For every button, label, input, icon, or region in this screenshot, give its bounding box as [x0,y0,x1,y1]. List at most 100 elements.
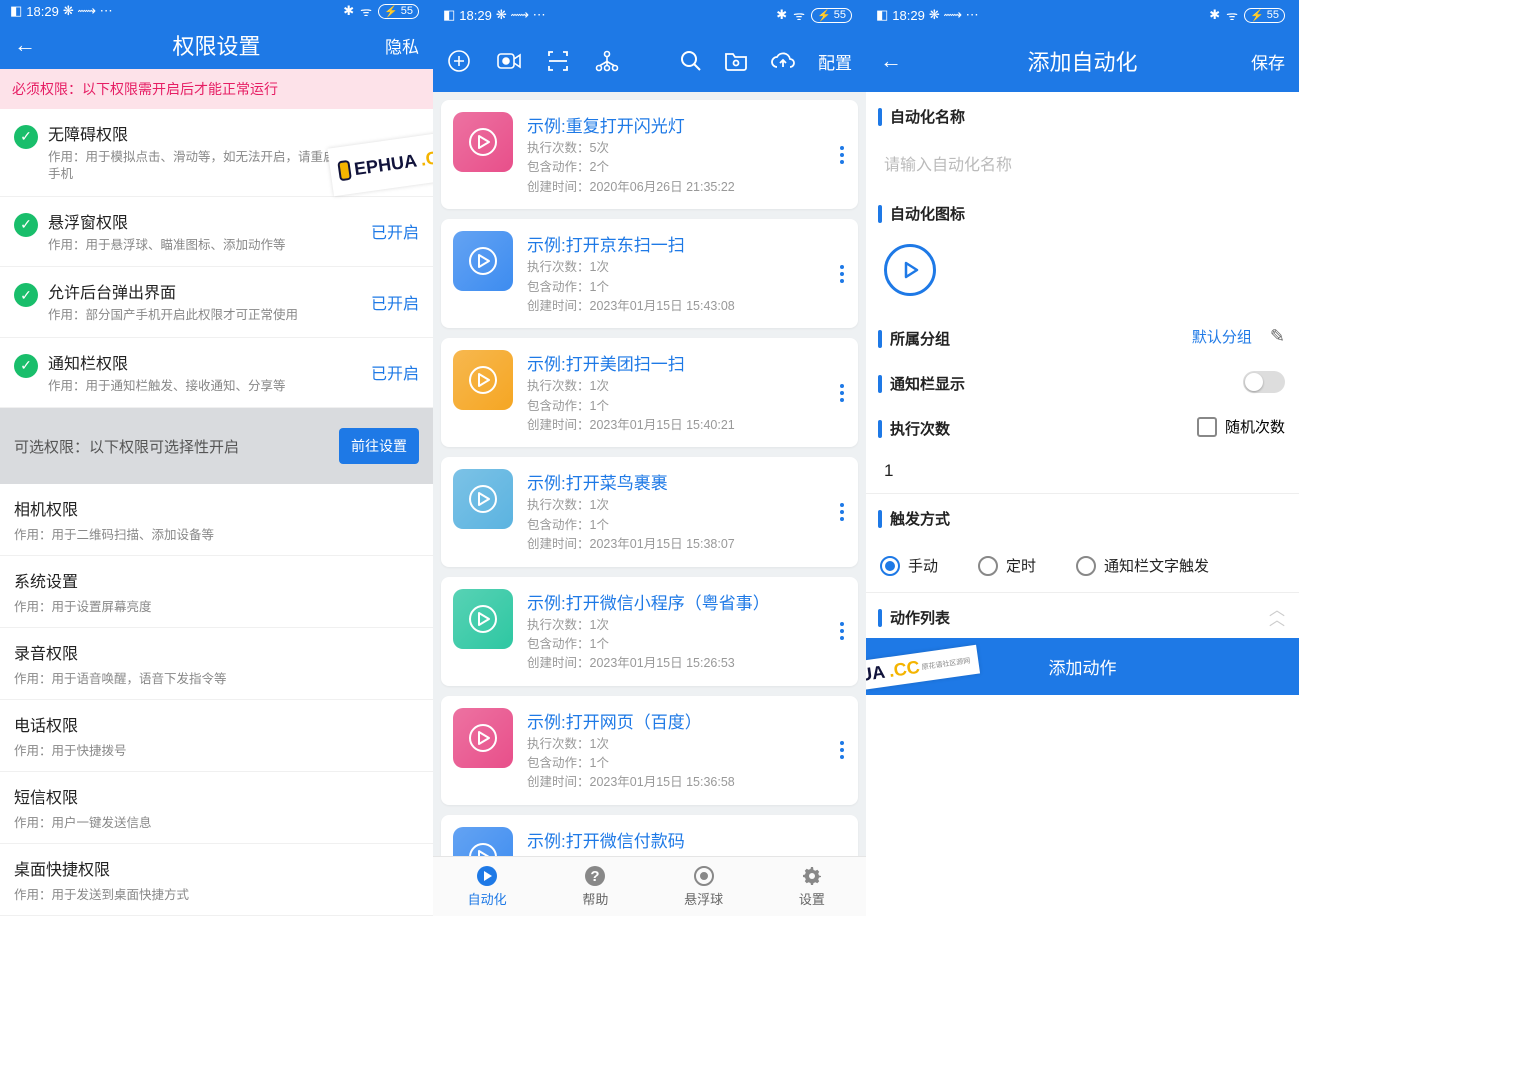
screen-automation-list: ◧18:29 ❋ ⟿ ⋯ ✱ᯤ⚡55 配置 示例:重复打开闪光灯 执行次数：5次… [433,0,866,916]
permission-title: 录音权限 [14,640,419,664]
automation-card[interactable]: 示例:打开微信小程序（粤省事） 执行次数：1次包含动作：1个创建时间：2023年… [441,577,858,686]
permission-item[interactable]: 桌面快捷权限 作用：用于发送到桌面快捷方式 [0,844,433,916]
tab-help[interactable]: ? 帮助 [541,857,649,916]
optional-header: 可选权限：以下权限可选择性开启 前往设置 [0,408,433,484]
screen-add-automation: ◧18:29 ❋ ⟿ ⋯ ✱ᯤ⚡55 ← 添加自动化 保存 自动化名称 请输入自… [866,0,1299,916]
automation-title: 示例:打开京东扫一扫 [527,231,838,256]
automation-meta: 执行次数：1次包含动作：1个创建时间：2023年01月15日 15:38:07 [527,496,838,554]
edit-icon[interactable]: ✎ [1270,326,1285,347]
permission-title: 允许后台弹出界面 [48,279,361,303]
permission-title: 短信权限 [14,784,419,808]
random-checkbox[interactable] [1197,417,1217,437]
screen-permissions: ◧18:29 ❋ ⟿ ⋯ ✱ᯤ⚡55 ← 权限设置 隐私 必须权限：以下权限需开… [0,0,433,916]
automation-meta: 执行次数：1次包含动作：1个创建时间：2023年01月15日 15:36:58 [527,735,838,793]
permission-desc: 作用：用于二维码扫描、添加设备等 [14,524,419,543]
tab-float[interactable]: 悬浮球 [650,857,758,916]
play-icon [453,231,513,291]
add-action-button[interactable]: 添加动作 [866,638,1299,695]
optional-list: 相机权限 作用：用于二维码扫描、添加设备等 系统设置 作用：用于设置屏幕亮度 录… [0,484,433,916]
radio-manual[interactable]: 手动 [880,555,938,576]
automation-title: 示例:打开微信付款码 [527,827,838,852]
automation-title: 示例:重复打开闪光灯 [527,112,838,137]
status-bar: ◧18:29 ❋ ⟿ ⋯ ✱ᯤ⚡55 [0,0,433,22]
permission-item[interactable]: ✓ 无障碍权限 作用：用于模拟点击、滑动等，如无法开启，请重启一次手机 已开启 [0,109,433,197]
save-button[interactable]: 保存 [1251,49,1285,74]
cloud-upload-icon[interactable] [770,51,796,71]
required-list: ✓ 无障碍权限 作用：用于模拟点击、滑动等，如无法开启，请重启一次手机 已开启 … [0,109,433,409]
automation-card[interactable]: 示例:打开菜鸟裹裹 执行次数：1次包含动作：1个创建时间：2023年01月15日… [441,457,858,566]
permission-item[interactable]: 系统设置 作用：用于设置屏幕亮度 [0,556,433,628]
goto-settings-button[interactable]: 前往设置 [339,428,419,464]
network-icon[interactable] [595,50,619,72]
automation-title: 示例:打开微信小程序（粤省事） [527,589,838,614]
permission-title: 通知栏权限 [48,350,361,374]
group-value[interactable]: 默认分组 [1192,326,1252,347]
privacy-button[interactable]: 隐私 [385,33,419,58]
label-exec: 执行次数 [866,404,962,449]
permission-desc: 作用：用于通知栏触发、接收通知、分享等 [48,378,361,396]
target-icon [693,865,715,887]
permission-item[interactable]: 录音权限 作用：用于语音唤醒，语音下发指令等 [0,628,433,700]
permission-desc: 作用：用于语音唤醒，语音下发指令等 [14,668,419,687]
label-name: 自动化名称 [866,92,1299,137]
back-icon[interactable]: ← [880,48,902,74]
more-icon[interactable] [838,146,846,164]
permission-status: 已开启 [371,219,419,243]
add-icon[interactable] [447,49,471,73]
help-icon: ? [584,865,606,887]
radio-timer[interactable]: 定时 [978,555,1036,576]
check-icon: ✓ [14,213,38,237]
random-label: 随机次数 [1225,416,1285,437]
icon-picker[interactable] [866,234,1299,314]
automation-title: 示例:打开美团扫一扫 [527,350,838,375]
status-bar: ◧18:29 ❋ ⟿ ⋯ ✱ᯤ⚡55 [866,0,1299,30]
automation-meta: 执行次数：5次包含动作：2个创建时间：2020年06月26日 21:35:22 [527,139,838,197]
automation-card[interactable]: 示例:打开美团扫一扫 执行次数：1次包含动作：1个创建时间：2023年01月15… [441,338,858,447]
tab-settings[interactable]: 设置 [758,857,866,916]
play-icon [453,827,513,856]
collapse-icon[interactable]: ︿︿ [1269,606,1285,625]
permission-status: 已开启 [371,360,419,384]
gear-icon [801,865,823,887]
automation-card[interactable]: 示例:打开微信付款码 执行次数：1次包含动作：1个创建时间：2023年01月15… [441,815,858,856]
play-icon [453,350,513,410]
automation-card[interactable]: 示例:重复打开闪光灯 执行次数：5次包含动作：2个创建时间：2020年06月26… [441,100,858,209]
name-input[interactable]: 请输入自动化名称 [866,137,1299,189]
more-icon[interactable] [838,622,846,640]
config-button[interactable]: 配置 [818,49,852,74]
permission-title: 电话权限 [14,712,419,736]
label-icon: 自动化图标 [866,189,1299,234]
permission-item[interactable]: 短信权限 作用：用户一键发送信息 [0,772,433,844]
check-icon: ✓ [14,125,38,149]
radio-notify-text[interactable]: 通知栏文字触发 [1076,555,1209,576]
record-icon[interactable] [497,50,521,72]
folder-icon[interactable] [724,51,748,71]
search-icon[interactable] [680,50,702,72]
permission-title: 系统设置 [14,568,419,592]
more-icon[interactable] [838,503,846,521]
play-icon [476,865,498,887]
exec-count-input[interactable]: 1 [866,449,1299,494]
permission-item[interactable]: 相机权限 作用：用于二维码扫描、添加设备等 [0,484,433,556]
more-icon[interactable] [838,384,846,402]
permission-item[interactable]: ✓ 允许后台弹出界面 作用：部分国产手机开启此权限才可正常使用 已开启 [0,267,433,338]
automation-card[interactable]: 示例:打开网页（百度） 执行次数：1次包含动作：1个创建时间：2023年01月1… [441,696,858,805]
permission-item[interactable]: ✓ 通知栏权限 作用：用于通知栏触发、接收通知、分享等 已开启 [0,338,433,409]
tab-automation[interactable]: 自动化 [433,857,541,916]
permission-item[interactable]: 电话权限 作用：用于快捷拨号 [0,700,433,772]
scan-icon[interactable] [547,50,569,72]
more-icon[interactable] [838,265,846,283]
notify-switch[interactable] [1243,371,1285,393]
navbar-automation: 配置 [433,30,866,92]
automation-card[interactable]: 示例:打开京东扫一扫 执行次数：1次包含动作：1个创建时间：2023年01月15… [441,219,858,328]
automation-meta: 执行次数：1次包含动作：1个创建时间：2023年01月15日 15:43:08 [527,258,838,316]
more-icon[interactable] [838,741,846,759]
permission-title: 悬浮窗权限 [48,209,361,233]
back-icon[interactable]: ← [14,32,36,58]
permission-item[interactable]: ✓ 悬浮窗权限 作用：用于悬浮球、瞄准图标、添加动作等 已开启 [0,197,433,268]
play-icon [453,589,513,649]
automation-list[interactable]: 示例:重复打开闪光灯 执行次数：5次包含动作：2个创建时间：2020年06月26… [433,92,866,856]
automation-meta: 执行次数：1次包含动作：1个创建时间：2023年01月15日 15:26:53 [527,616,838,674]
check-icon: ✓ [14,354,38,378]
permission-title: 相机权限 [14,496,419,520]
